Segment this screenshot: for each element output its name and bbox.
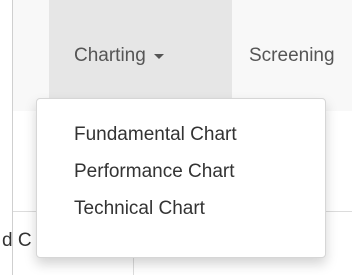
menu-item-technical-chart[interactable]: Technical Chart bbox=[37, 190, 325, 227]
screening-label: Screening bbox=[249, 44, 335, 66]
charting-label: Charting bbox=[74, 44, 146, 66]
menu-item-fundamental-chart[interactable]: Fundamental Chart bbox=[37, 116, 325, 153]
charting-menu-toggle[interactable]: Charting bbox=[49, 0, 232, 111]
charting-dropdown-menu: Fundamental Chart Performance Chart Tech… bbox=[36, 98, 326, 258]
caret-down-icon bbox=[153, 54, 164, 59]
screening-menu-link[interactable]: Screening bbox=[232, 0, 352, 111]
page: Charting Screening d C Fundamental Chart… bbox=[0, 0, 352, 275]
menu-item-performance-chart[interactable]: Performance Chart bbox=[37, 153, 325, 190]
navbar: Charting Screening bbox=[13, 0, 352, 111]
